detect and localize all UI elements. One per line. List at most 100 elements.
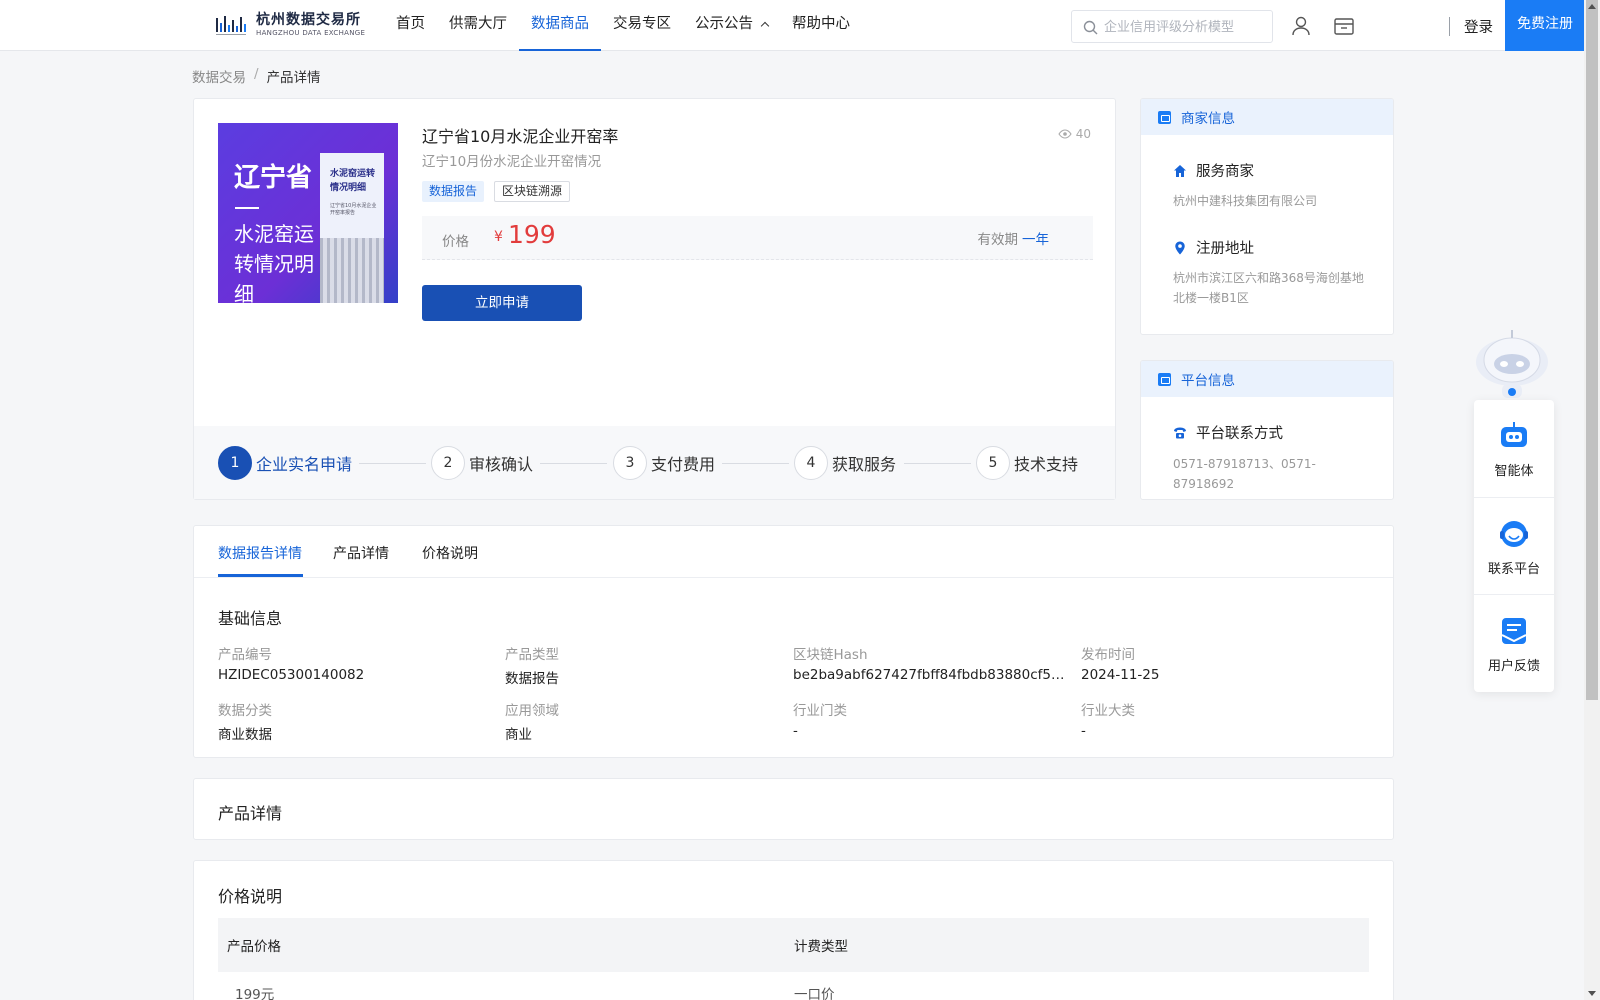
robot-mascot-icon[interactable]	[1474, 326, 1550, 398]
product-cover-image: 辽宁省 水泥窑运转情况明细 水泥窑运转情况明细 辽宁省10月水泥企业开窑率报告	[218, 123, 398, 303]
field-value: -	[793, 723, 798, 739]
process-steps: 1 企业实名申请 2 审核确认 3 支付费用 4 获取服务 5 技术支持	[194, 426, 1115, 499]
detail-tabs: 数据报告详情 产品详情 价格说明	[194, 526, 1393, 578]
step-4-label: 获取服务	[832, 455, 897, 474]
nav-data-products[interactable]: 数据商品	[519, 0, 601, 51]
pricing-title: 价格说明	[218, 887, 283, 906]
tag-data-report: 数据报告	[422, 181, 485, 202]
merchant-info-panel: 商家信息 服务商家 杭州中建科技集团有限公司 注册地址 杭州市滨江区六和路368…	[1140, 98, 1394, 335]
cell-price: 199元	[235, 987, 275, 1000]
field-label: 数据分类	[218, 703, 272, 719]
cover-book: 水泥窑运转情况明细 辽宁省10月水泥企业开窑率报告	[320, 153, 384, 303]
nav-help-center[interactable]: 帮助中心	[780, 0, 862, 50]
table-header: 产品价格 计费类型	[218, 918, 1369, 972]
breadcrumb: 数据交易 / 产品详情	[192, 66, 321, 86]
column-header-price: 产品价格	[227, 939, 281, 955]
search-box	[1071, 10, 1273, 43]
platform-info-panel: 平台信息 平台联系方式 0571-87918713、0571-87918692	[1140, 360, 1394, 500]
validity-value: 一年	[1022, 232, 1049, 248]
step-5: 5 技术支持	[976, 446, 1078, 480]
monitor-icon	[1158, 372, 1171, 386]
field-value: be2ba9abf627427fbff84fbdb83880cf5cf37…	[793, 667, 1068, 683]
step-5-label: 技术支持	[1014, 455, 1079, 474]
float-agent[interactable]: 智能体	[1474, 400, 1554, 497]
pricing-table: 产品价格 计费类型 199元 一口价	[218, 918, 1369, 1000]
active-tab-indicator	[218, 574, 303, 577]
field-application-area: 应用领域 商业	[505, 699, 785, 743]
float-contact[interactable]: 联系平台	[1474, 498, 1554, 595]
cover-title: 辽宁省	[234, 163, 313, 193]
registered-address-row: 注册地址	[1173, 237, 1254, 258]
cover-divider	[235, 207, 259, 209]
apply-now-button[interactable]: 立即申请	[422, 285, 582, 321]
user-icon[interactable]	[1290, 15, 1312, 37]
service-merchant-value: 杭州中建科技集团有限公司	[1173, 194, 1318, 208]
phone-icon	[1174, 427, 1186, 438]
validity: 有效期 一年	[978, 228, 1050, 248]
field-publish-date: 发布时间 2024-11-25	[1081, 643, 1361, 683]
step-connector	[540, 463, 607, 464]
product-detail-section: 产品详情	[193, 778, 1394, 840]
step-3-number: 3	[613, 446, 647, 480]
register-button[interactable]: 免费注册	[1505, 0, 1585, 51]
login-link[interactable]: 登录	[1464, 16, 1493, 37]
column-header-billing-type: 计费类型	[794, 939, 848, 955]
step-2: 2 审核确认	[431, 446, 533, 480]
price-label: 价格	[442, 234, 469, 250]
search-input[interactable]	[1104, 16, 1264, 38]
logo-title: 杭州数据交易所	[256, 12, 361, 28]
field-value: 商业	[505, 727, 532, 743]
tag-blockchain-trace: 区块链溯源	[494, 181, 571, 202]
tab-pricing[interactable]: 价格说明	[422, 543, 478, 563]
nav-announcements-label: 公示公告	[695, 16, 753, 32]
nav-announcements[interactable]: 公示公告	[683, 0, 780, 50]
cover-factory-illustration	[320, 238, 384, 303]
float-feedback[interactable]: 用户反馈	[1474, 595, 1554, 692]
nav-supply-demand[interactable]: 供需大厅	[437, 0, 519, 50]
step-5-number: 5	[976, 446, 1010, 480]
field-product-type: 产品类型 数据报告	[505, 643, 785, 687]
cover-book-subtitle: 辽宁省10月水泥企业开窑率报告	[330, 203, 377, 216]
view-count: 40	[1058, 127, 1091, 141]
field-value: -	[1081, 723, 1086, 739]
scrollbar-thumb[interactable]	[1586, 0, 1598, 700]
store-icon	[1158, 110, 1171, 124]
field-blockchain-hash: 区块链Hash be2ba9abf627427fbff84fbdb83880cf…	[793, 643, 1073, 683]
product-card: 辽宁省 水泥窑运转情况明细 水泥窑运转情况明细 辽宁省10月水泥企业开窑率报告 …	[193, 98, 1116, 500]
search-icon[interactable]	[1083, 20, 1098, 35]
breadcrumb-current: 产品详情	[266, 70, 321, 86]
eye-icon	[1058, 129, 1072, 139]
scroll-down-arrow-icon[interactable]	[1588, 991, 1596, 996]
tab-report-details[interactable]: 数据报告详情	[218, 543, 302, 563]
headset-icon	[1500, 521, 1528, 547]
field-label: 区块链Hash	[793, 647, 868, 663]
step-1-label: 企业实名申请	[256, 455, 353, 474]
nav-home[interactable]: 首页	[384, 0, 437, 50]
field-industry-division: 行业大类 -	[1081, 699, 1361, 739]
tab-product-details[interactable]: 产品详情	[333, 543, 389, 563]
merchant-info-title: 商家信息	[1181, 111, 1235, 127]
step-3: 3 支付费用	[613, 446, 715, 480]
shop-icon[interactable]	[1333, 15, 1355, 37]
platform-contact-label: 平台联系方式	[1196, 426, 1283, 442]
robot-icon	[1501, 422, 1527, 447]
step-connector	[722, 463, 789, 464]
field-label: 行业大类	[1081, 703, 1135, 719]
product-subtitle: 辽宁10月份水泥企业开窑情况	[422, 154, 602, 170]
field-label: 发布时间	[1081, 647, 1135, 663]
table-row: 199元 一口价	[218, 972, 1369, 1000]
breadcrumb-data-trading[interactable]: 数据交易	[192, 66, 246, 86]
float-feedback-label: 用户反馈	[1487, 659, 1540, 674]
site-logo[interactable]: 杭州数据交易所 HANGZHOU DATA EXCHANGE	[216, 10, 365, 40]
product-tags: 数据报告 区块链溯源	[422, 181, 580, 202]
field-value: 2024-11-25	[1081, 667, 1160, 683]
step-connector	[359, 463, 426, 464]
field-label: 应用领域	[505, 703, 559, 719]
field-label: 行业门类	[793, 703, 847, 719]
scroll-up-arrow-icon[interactable]	[1588, 4, 1596, 9]
step-4: 4 获取服务	[794, 446, 896, 480]
service-merchant-row: 服务商家	[1173, 160, 1254, 181]
service-merchant-label: 服务商家	[1196, 164, 1254, 180]
feedback-icon	[1501, 618, 1527, 644]
nav-trading-zone[interactable]: 交易专区	[601, 0, 683, 50]
